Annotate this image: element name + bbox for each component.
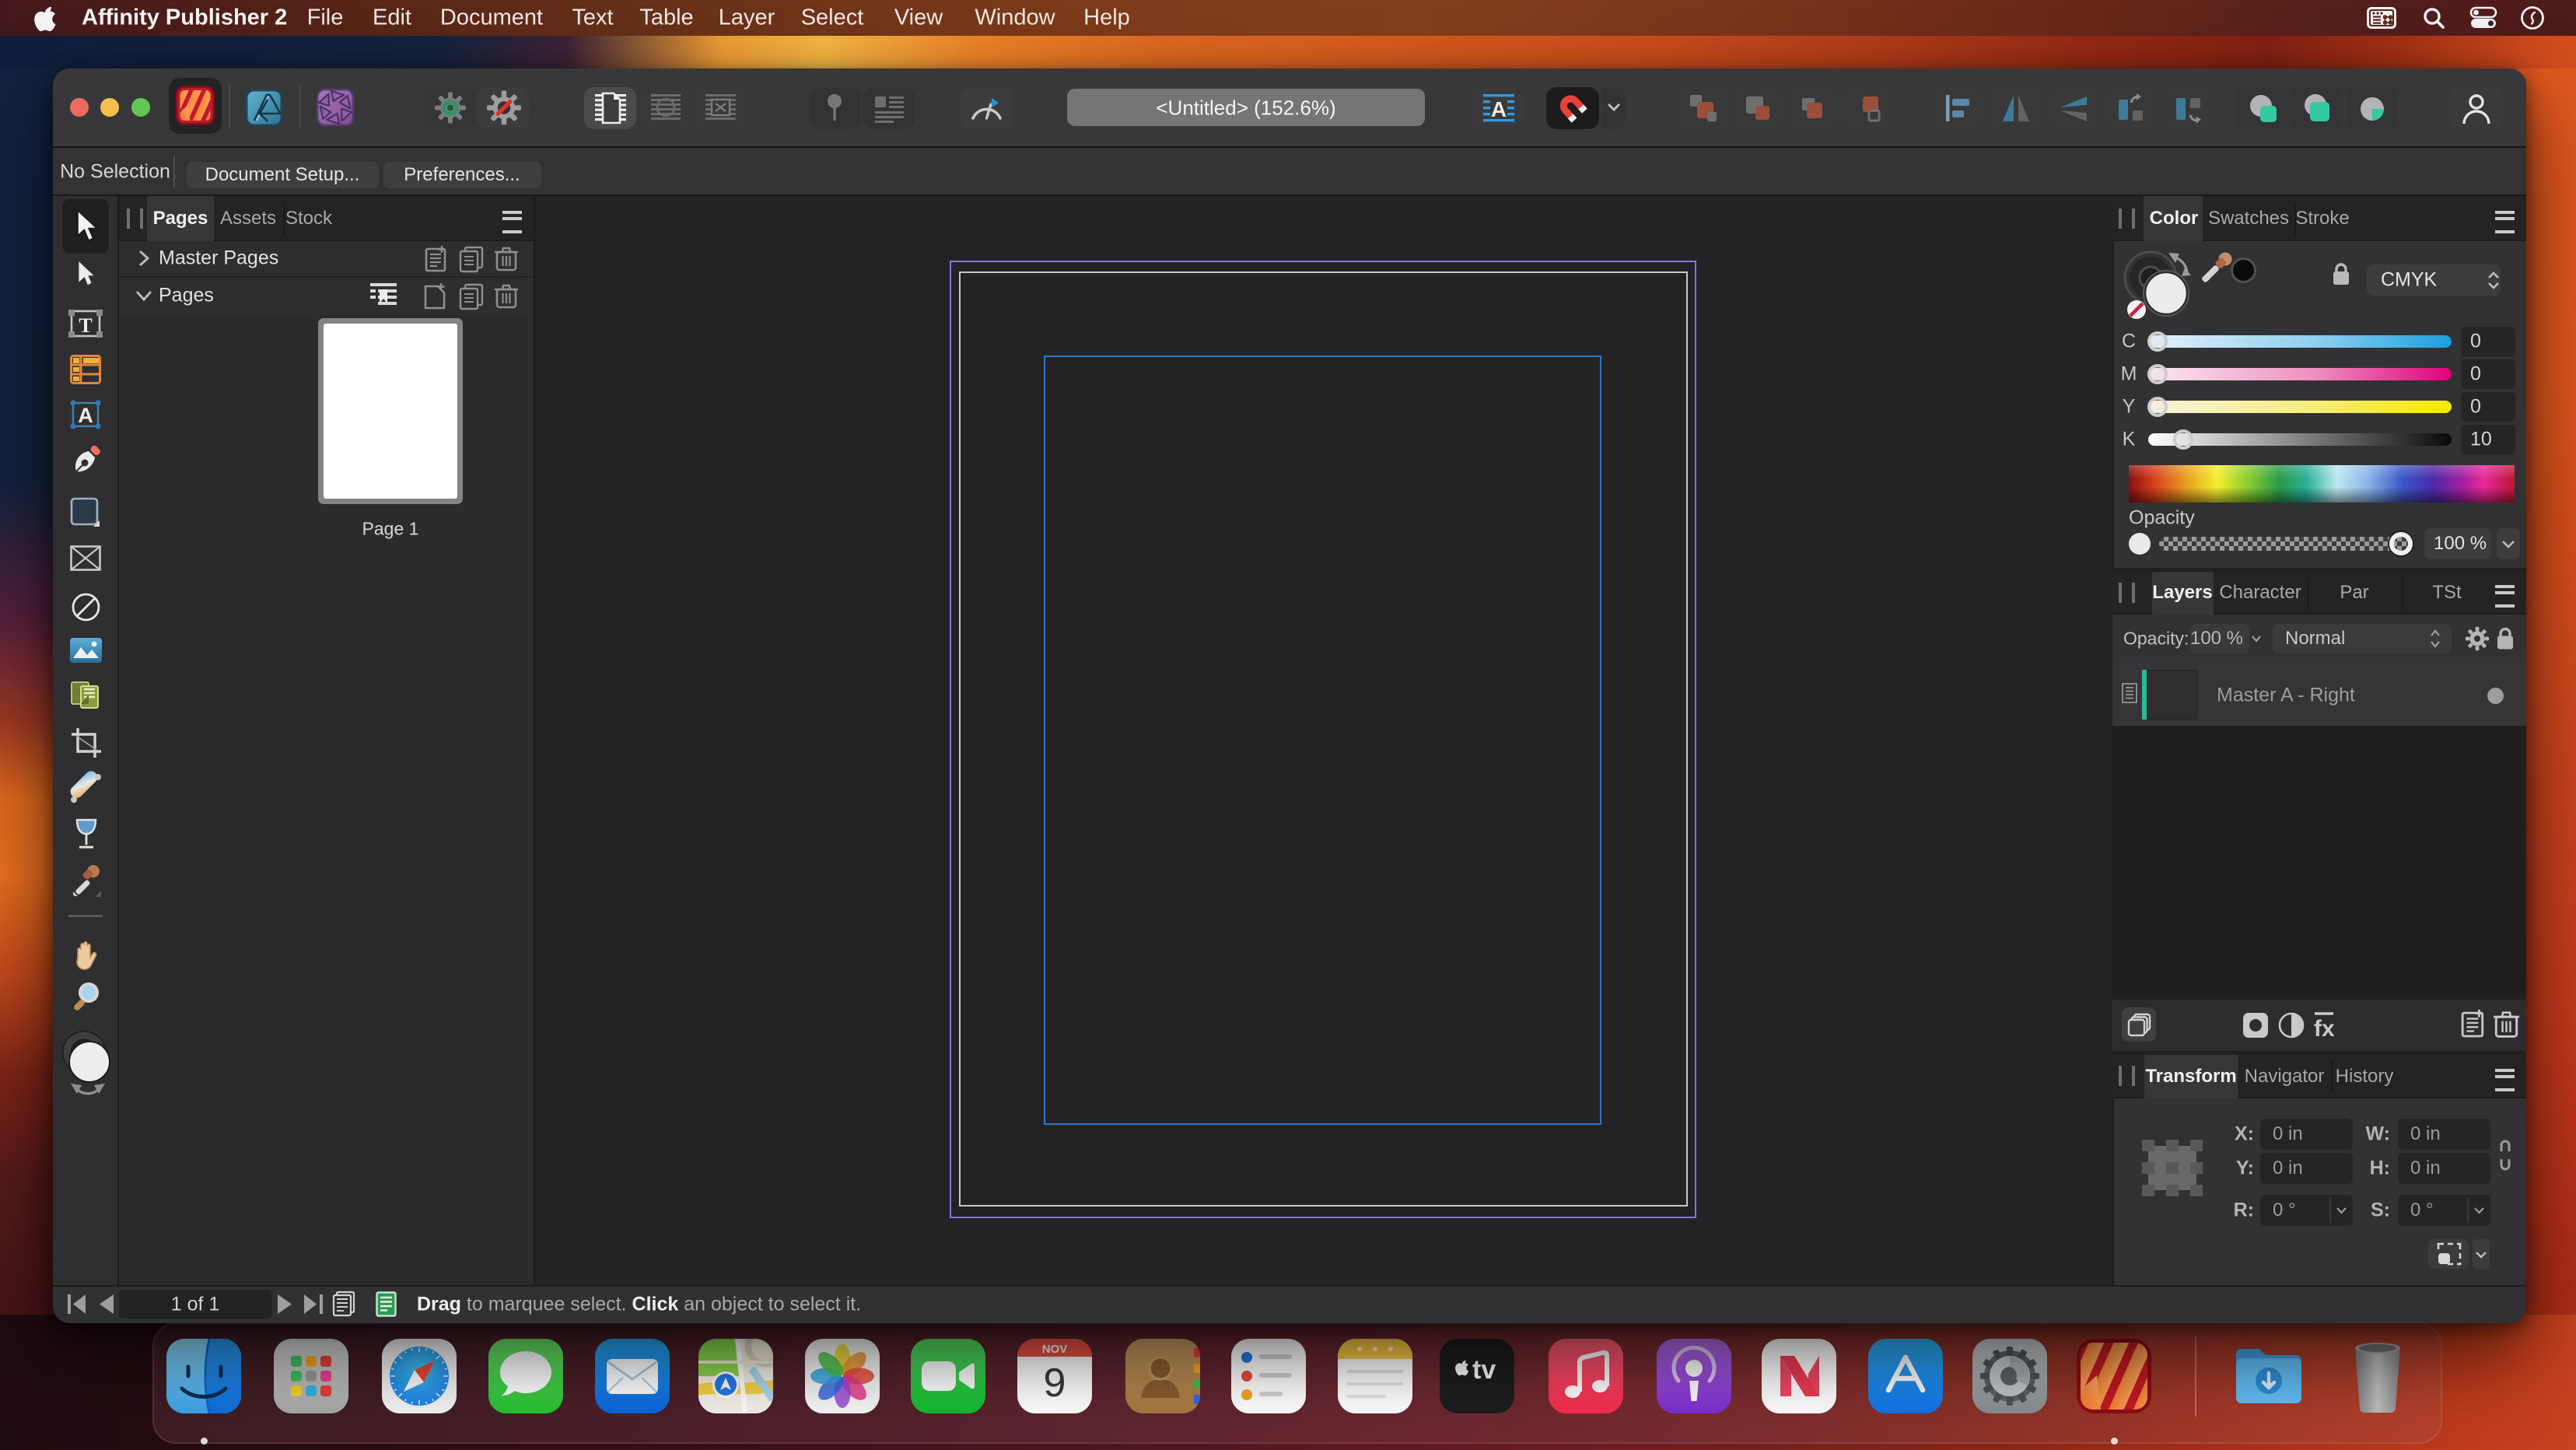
svg-text:A: A xyxy=(78,404,93,427)
svg-text:NOV: NOV xyxy=(1042,1343,1068,1356)
svg-text:T: T xyxy=(79,314,92,337)
svg-text:tv: tv xyxy=(1472,1355,1496,1385)
svg-text:9: 9 xyxy=(1044,1361,1066,1406)
svg-text:fx: fx xyxy=(2314,1016,2335,1042)
svg-text:A: A xyxy=(1491,97,1507,121)
